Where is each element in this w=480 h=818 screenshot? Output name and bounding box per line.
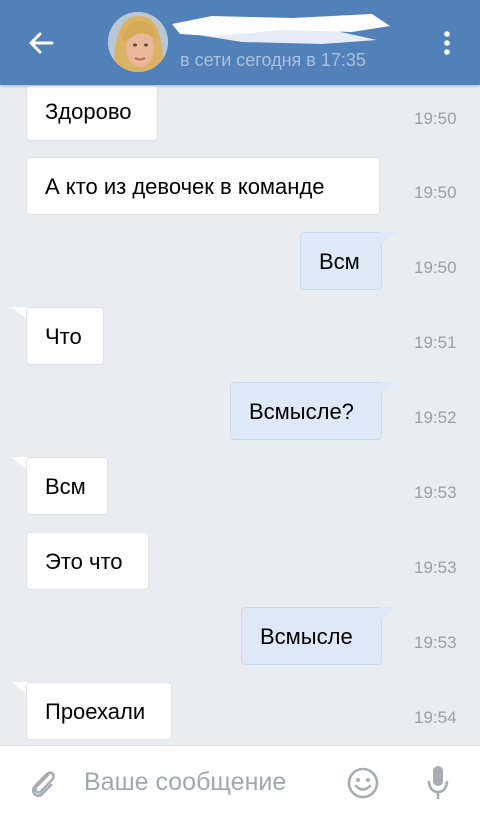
message-bubble-outgoing[interactable]: Всм	[300, 232, 382, 290]
last-seen-status: в сети сегодня в 17:35	[180, 50, 366, 70]
redacted-name	[172, 14, 390, 44]
bubble-tail	[380, 607, 397, 620]
message-time: 19:50	[414, 109, 457, 128]
more-menu-button[interactable]	[436, 28, 458, 58]
message-bubble-incoming[interactable]: А кто из девочек в команде	[26, 157, 380, 215]
avatar[interactable]	[108, 12, 168, 72]
message-time: 19:53	[414, 558, 457, 577]
message-text: Здорово	[45, 99, 132, 124]
message-bubble-incoming[interactable]: Здорово	[26, 85, 158, 141]
message-text: Что	[45, 324, 82, 349]
chat-header: в сети сегодня в 17:35	[0, 0, 480, 85]
message-time: 19:50	[414, 258, 457, 277]
message-time: 19:54	[414, 708, 457, 727]
message-text: Всмысле?	[249, 399, 354, 424]
attach-button[interactable]	[26, 766, 60, 800]
message-input[interactable]	[84, 764, 324, 800]
message-time: 19:53	[414, 633, 457, 652]
microphone-icon	[427, 766, 449, 799]
bubble-tail	[380, 232, 397, 245]
message-text: Это что	[45, 549, 123, 574]
message-bubble-outgoing[interactable]: Всмысле?	[230, 382, 382, 440]
paperclip-icon	[31, 771, 55, 797]
bubble-tail	[380, 382, 397, 395]
message-time: 19:51	[414, 333, 457, 352]
voice-message-button[interactable]	[426, 764, 450, 802]
message-text: А кто из девочек в команде	[45, 174, 325, 199]
message-text: Всм	[319, 249, 360, 274]
message-text: Проехали	[45, 699, 146, 724]
message-bubble-outgoing[interactable]: Всмысле	[241, 607, 382, 665]
message-list[interactable]: Здорово 19:50 А кто из девочек в команде…	[0, 85, 480, 745]
emoji-button[interactable]	[346, 766, 380, 800]
message-bubble-incoming[interactable]: Это что	[26, 532, 149, 590]
more-vertical-icon	[444, 31, 450, 55]
message-text: Всмысле	[260, 624, 353, 649]
arrow-left-icon	[29, 32, 54, 54]
message-time: 19:50	[414, 183, 457, 202]
message-bubble-incoming[interactable]: Что	[26, 307, 104, 365]
message-time: 19:53	[414, 483, 457, 502]
message-time: 19:52	[414, 408, 457, 427]
message-composer	[0, 745, 480, 818]
smile-icon	[347, 767, 379, 799]
message-bubble-incoming[interactable]: Всм	[26, 457, 108, 515]
back-button[interactable]	[22, 26, 62, 60]
message-text: Всм	[45, 474, 86, 499]
message-bubble-incoming[interactable]: Проехали	[26, 682, 172, 740]
avatar-photo	[108, 12, 168, 72]
